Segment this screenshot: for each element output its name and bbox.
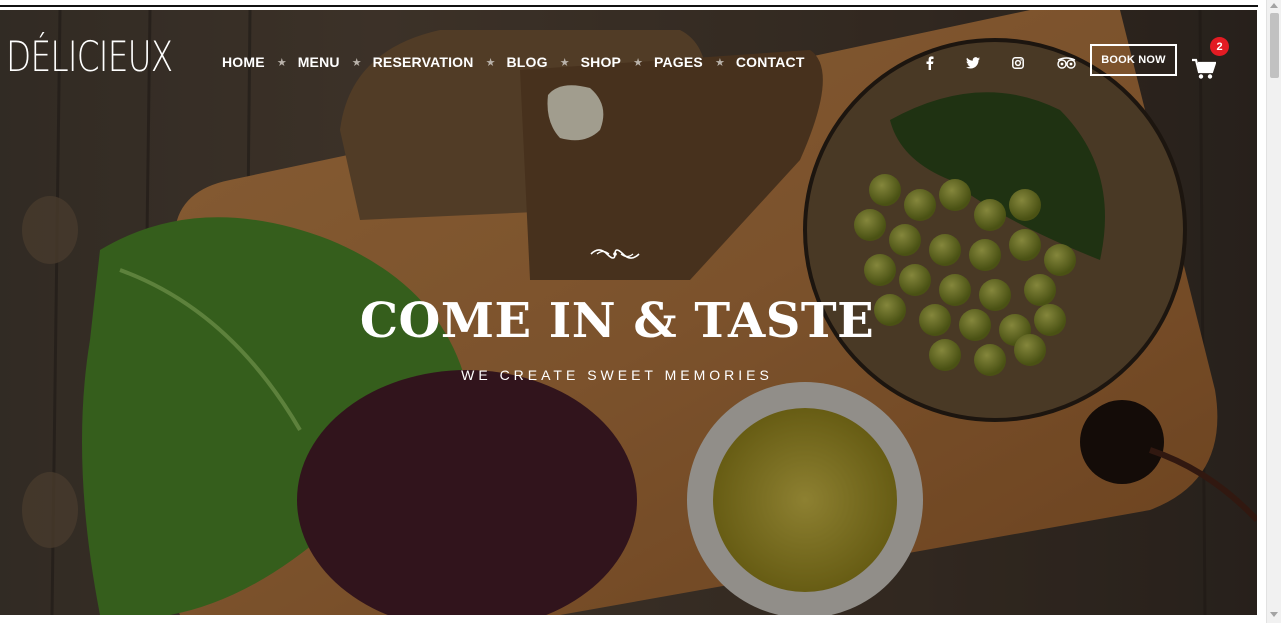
tripadvisor-icon[interactable] [1055,54,1077,72]
nav-item-contact[interactable]: CONTACT [736,54,805,70]
browser-top-strip [0,0,1266,8]
main-nav: HOME ★ MENU ★ RESERVATION ★ BLOG ★ SHOP … [222,54,805,70]
nav-item-reservation[interactable]: RESERVATION [373,54,474,70]
nav-separator-star: ★ [714,56,725,69]
nav-item-menu[interactable]: MENU [298,54,340,70]
nav-item-shop[interactable]: SHOP [581,54,621,70]
page-scrollbar[interactable] [1266,0,1281,623]
facebook-icon[interactable] [923,54,937,72]
nav-item-home[interactable]: HOME [222,54,265,70]
scroll-down-arrow-icon[interactable] [1270,612,1278,617]
top-border-line [0,5,1258,7]
instagram-icon[interactable] [1011,54,1025,72]
scroll-thumb[interactable] [1270,13,1279,78]
nav-separator-star: ★ [351,56,362,69]
nav-item-pages[interactable]: PAGES [654,54,703,70]
nav-separator-star: ★ [276,56,287,69]
nav-separator-star: ★ [559,56,570,69]
cart-count-badge: 2 [1210,37,1229,56]
nav-item-blog[interactable]: BLOG [506,54,547,70]
book-now-button[interactable]: BOOK NOW [1090,44,1177,76]
hero-title: COME IN & TASTE [359,293,875,349]
hero-subtitle: WE CREATE SWEET MEMORIES [461,367,773,383]
site-logo[interactable]: DÉLICIEUX [6,36,173,78]
shopping-cart-icon[interactable] [1192,58,1217,80]
scroll-up-arrow-icon[interactable] [1270,3,1278,8]
flourish-ornament-icon [590,249,640,259]
hero-section: DÉLICIEUX HOME ★ MENU ★ RESERVATION ★ BL… [0,10,1257,615]
nav-separator-star: ★ [485,56,496,69]
nav-separator-star: ★ [633,56,643,69]
twitter-icon[interactable] [964,54,982,72]
